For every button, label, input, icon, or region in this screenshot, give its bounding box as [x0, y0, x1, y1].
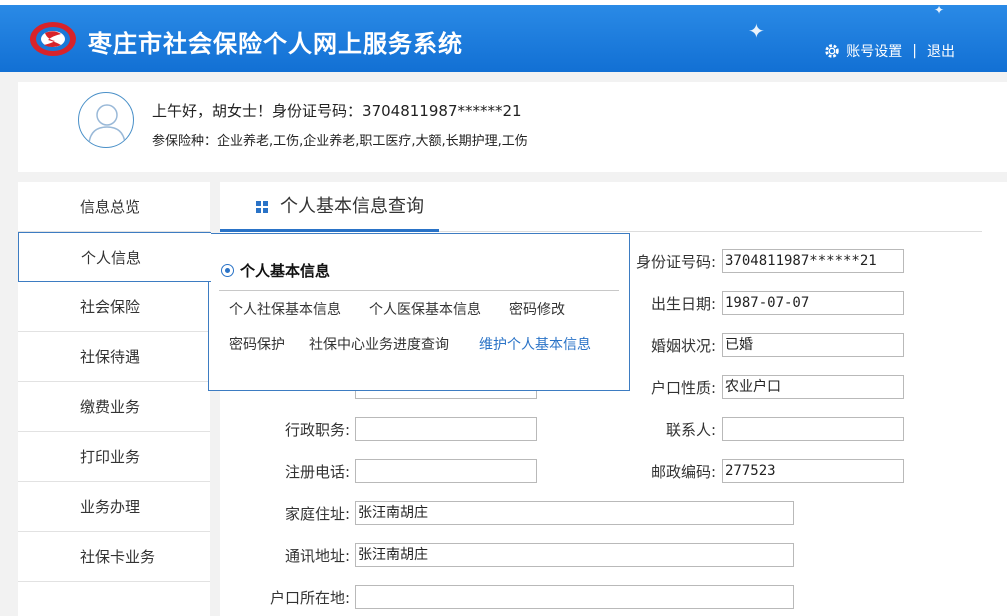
- submenu-link-medical-basic[interactable]: 个人医保基本信息: [369, 299, 481, 319]
- household-type-field[interactable]: 农业户口: [722, 375, 904, 399]
- sparkle-icon: ✦: [934, 3, 945, 17]
- admin-position-field[interactable]: [355, 417, 537, 441]
- submenu-title: 个人基本信息: [221, 260, 330, 281]
- sidebar-item-card[interactable]: 社保卡业务: [18, 532, 210, 582]
- submenu-link-maintain-info[interactable]: 维护个人基本信息: [479, 334, 591, 354]
- household-location-label: 户口所在地:: [269, 589, 350, 607]
- reg-phone-field[interactable]: [355, 459, 537, 483]
- postal-code-field[interactable]: 277523: [722, 459, 904, 483]
- radio-selected-icon: [221, 264, 234, 277]
- insurance-values: 企业养老,工伤,企业养老,职工医疗,大额,长期护理,工伤: [217, 134, 528, 149]
- mail-address-field[interactable]: 张汪南胡庄: [355, 543, 794, 567]
- app-header: ✦ ✦ 枣庄市社会保险个人网上服务系统 账号设置 | 退出: [0, 0, 1007, 72]
- personal-info-submenu: 个人基本信息 个人社保基本信息 个人医保基本信息 密码修改 密码保护 社保中心业…: [208, 233, 630, 391]
- id-number-field[interactable]: 3704811987******21: [722, 249, 904, 273]
- home-address-field[interactable]: 张汪南胡庄: [355, 501, 794, 525]
- greeting-prefix: 上午好，: [152, 102, 213, 120]
- sidebar-item-benefits[interactable]: 社保待遇: [18, 332, 210, 382]
- mail-address-label: 通讯地址:: [284, 547, 350, 565]
- user-avatar-icon: [88, 104, 126, 144]
- sidebar-item-social-insurance[interactable]: 社会保险: [18, 282, 210, 332]
- sidebar-item-print[interactable]: 打印业务: [18, 432, 210, 482]
- sidebar-item-business[interactable]: 业务办理: [18, 482, 210, 532]
- greeting-mid: ！身份证号码：: [257, 102, 363, 120]
- home-address-label: 家庭住址:: [284, 505, 350, 523]
- reg-phone-label: 注册电话:: [284, 463, 350, 481]
- app-title: 枣庄市社会保险个人网上服务系统: [88, 30, 463, 58]
- sidebar-item-payment[interactable]: 缴费业务: [18, 382, 210, 432]
- submenu-link-social-basic[interactable]: 个人社保基本信息: [229, 299, 341, 319]
- header-actions: 账号设置 | 退出: [823, 41, 955, 61]
- divider: [439, 231, 982, 232]
- user-name: 胡女士: [212, 102, 258, 120]
- marital-status-field[interactable]: 已婚: [722, 333, 904, 357]
- submenu-divider: [219, 290, 619, 291]
- insurance-label: 参保险种：: [152, 134, 218, 149]
- household-location-field[interactable]: [355, 585, 794, 609]
- avatar: [78, 92, 134, 148]
- submenu-link-password-change[interactable]: 密码修改: [509, 299, 565, 319]
- sidebar: 信息总览 个人信息 社会保险 社保待遇 缴费业务 打印业务 业务办理 社保卡业务: [18, 182, 211, 616]
- id-number: 3704811987******21: [362, 102, 522, 120]
- tab-title: 个人基本信息查询: [280, 196, 424, 217]
- sidebar-item-personal-info[interactable]: 个人信息: [18, 232, 211, 282]
- submenu-link-password-protect[interactable]: 密码保护: [229, 334, 285, 354]
- contact-field[interactable]: [722, 417, 904, 441]
- sidebar-item-overview[interactable]: 信息总览: [18, 182, 210, 232]
- greeting: 上午好，胡女士！身份证号码：3704811987******21: [152, 100, 522, 121]
- gear-icon[interactable]: [823, 42, 841, 60]
- user-info-panel: 上午好，胡女士！身份证号码：3704811987******21 参保险种：企业…: [18, 82, 1007, 172]
- admin-position-label: 行政职务:: [284, 421, 350, 439]
- submenu-title-text: 个人基本信息: [240, 262, 331, 280]
- logo-icon: [30, 22, 76, 56]
- grid-icon: [256, 201, 268, 213]
- birth-date-field[interactable]: 1987-07-07: [722, 291, 904, 315]
- account-settings-link[interactable]: 账号设置: [846, 41, 902, 61]
- contact-label: 联系人:: [665, 421, 716, 439]
- separator: |: [912, 43, 917, 59]
- insurance-types: 参保险种：企业养老,工伤,企业养老,职工医疗,大额,长期护理,工伤: [152, 130, 528, 149]
- submenu-link-progress-query[interactable]: 社保中心业务进度查询: [309, 334, 449, 354]
- logout-link[interactable]: 退出: [927, 41, 955, 61]
- tab-personal-basic-info[interactable]: 个人基本信息查询: [220, 182, 439, 232]
- postal-code-label: 邮政编码:: [650, 463, 716, 481]
- sparkle-icon: ✦: [748, 19, 765, 43]
